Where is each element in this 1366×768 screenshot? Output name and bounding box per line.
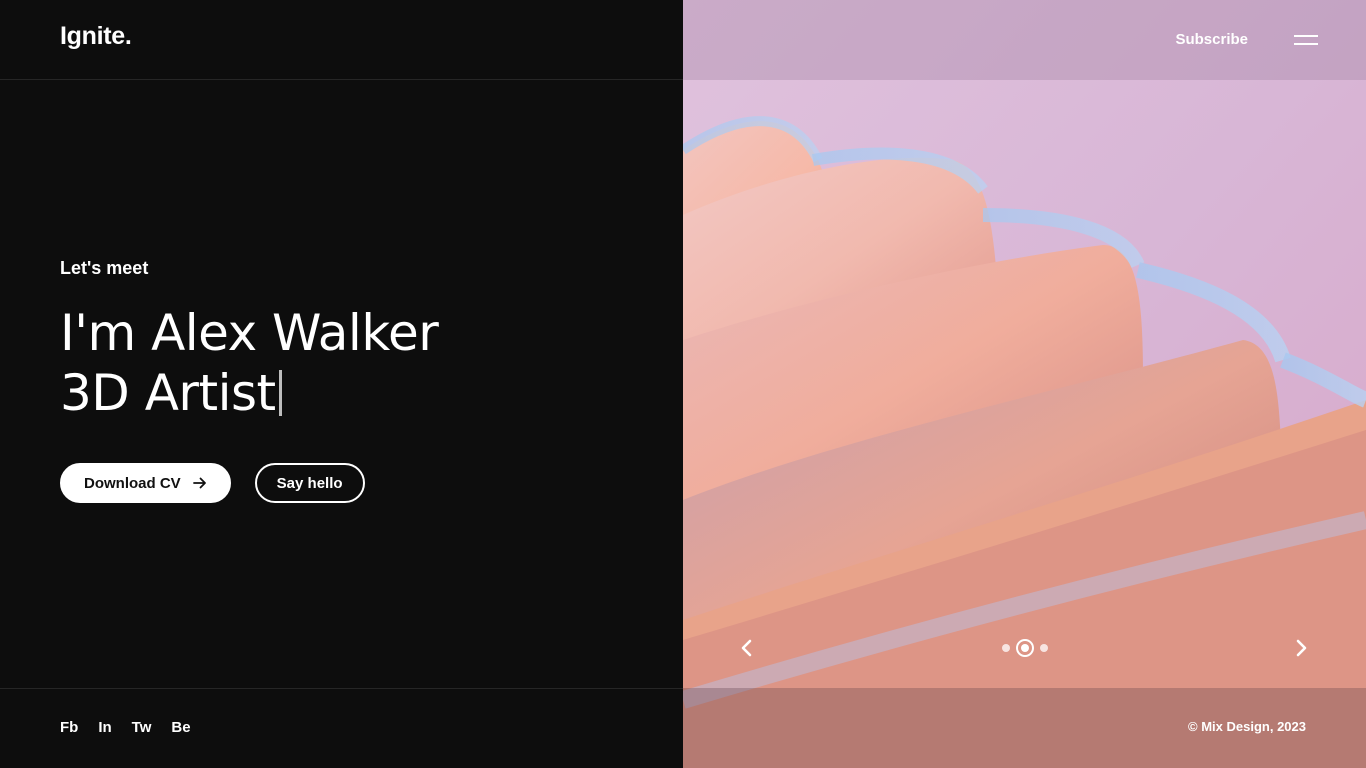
social-links: Fb In Tw Be [60,719,191,736]
right-image-panel: Subscribe © Mix Design, 2023 [683,0,1366,768]
arrow-right-icon [192,477,207,489]
social-link-twitter[interactable]: Tw [132,719,152,736]
slider-dot-active[interactable] [1016,639,1034,657]
logo[interactable]: Ignite. [60,22,132,51]
social-link-behance[interactable]: Be [171,719,190,736]
subscribe-link[interactable]: Subscribe [1175,31,1248,48]
hero-role-text: 3D Artist [60,364,276,422]
typing-cursor [278,370,282,416]
download-cv-button[interactable]: Download CV [60,463,231,503]
menu-line [1294,43,1318,45]
hero-actions: Download CV Say hello [60,463,438,503]
chevron-left-icon[interactable] [735,636,759,660]
hero-role-line: 3D Artist [60,363,438,423]
slider-dot[interactable] [1002,644,1010,652]
right-header-bar [683,0,1366,80]
menu-line [1294,35,1318,37]
left-header-bar: Ignite. [0,0,683,80]
social-link-facebook[interactable]: Fb [60,719,78,736]
left-panel: Ignite. Let's meet I'm Alex Walker 3D Ar… [0,0,683,768]
hero-headline: I'm Alex Walker 3D Artist [60,303,439,423]
say-hello-button[interactable]: Say hello [254,463,365,503]
hero: Let's meet I'm Alex Walker 3D Artist Dow… [60,258,439,503]
hamburger-icon[interactable] [1294,33,1318,47]
copyright-text: © Mix Design, 2023 [1188,719,1306,734]
slider-dots [1002,639,1048,657]
hero-eyebrow: Let's meet [60,258,149,278]
download-cv-label: Download CV [84,474,181,492]
chevron-right-icon[interactable] [1289,636,1313,660]
slider-dot[interactable] [1040,644,1048,652]
page: Ignite. Let's meet I'm Alex Walker 3D Ar… [0,0,1366,768]
hero-name-line: I'm Alex Walker [60,304,439,362]
social-link-linkedin[interactable]: In [98,719,111,736]
say-hello-label: Say hello [276,474,343,492]
